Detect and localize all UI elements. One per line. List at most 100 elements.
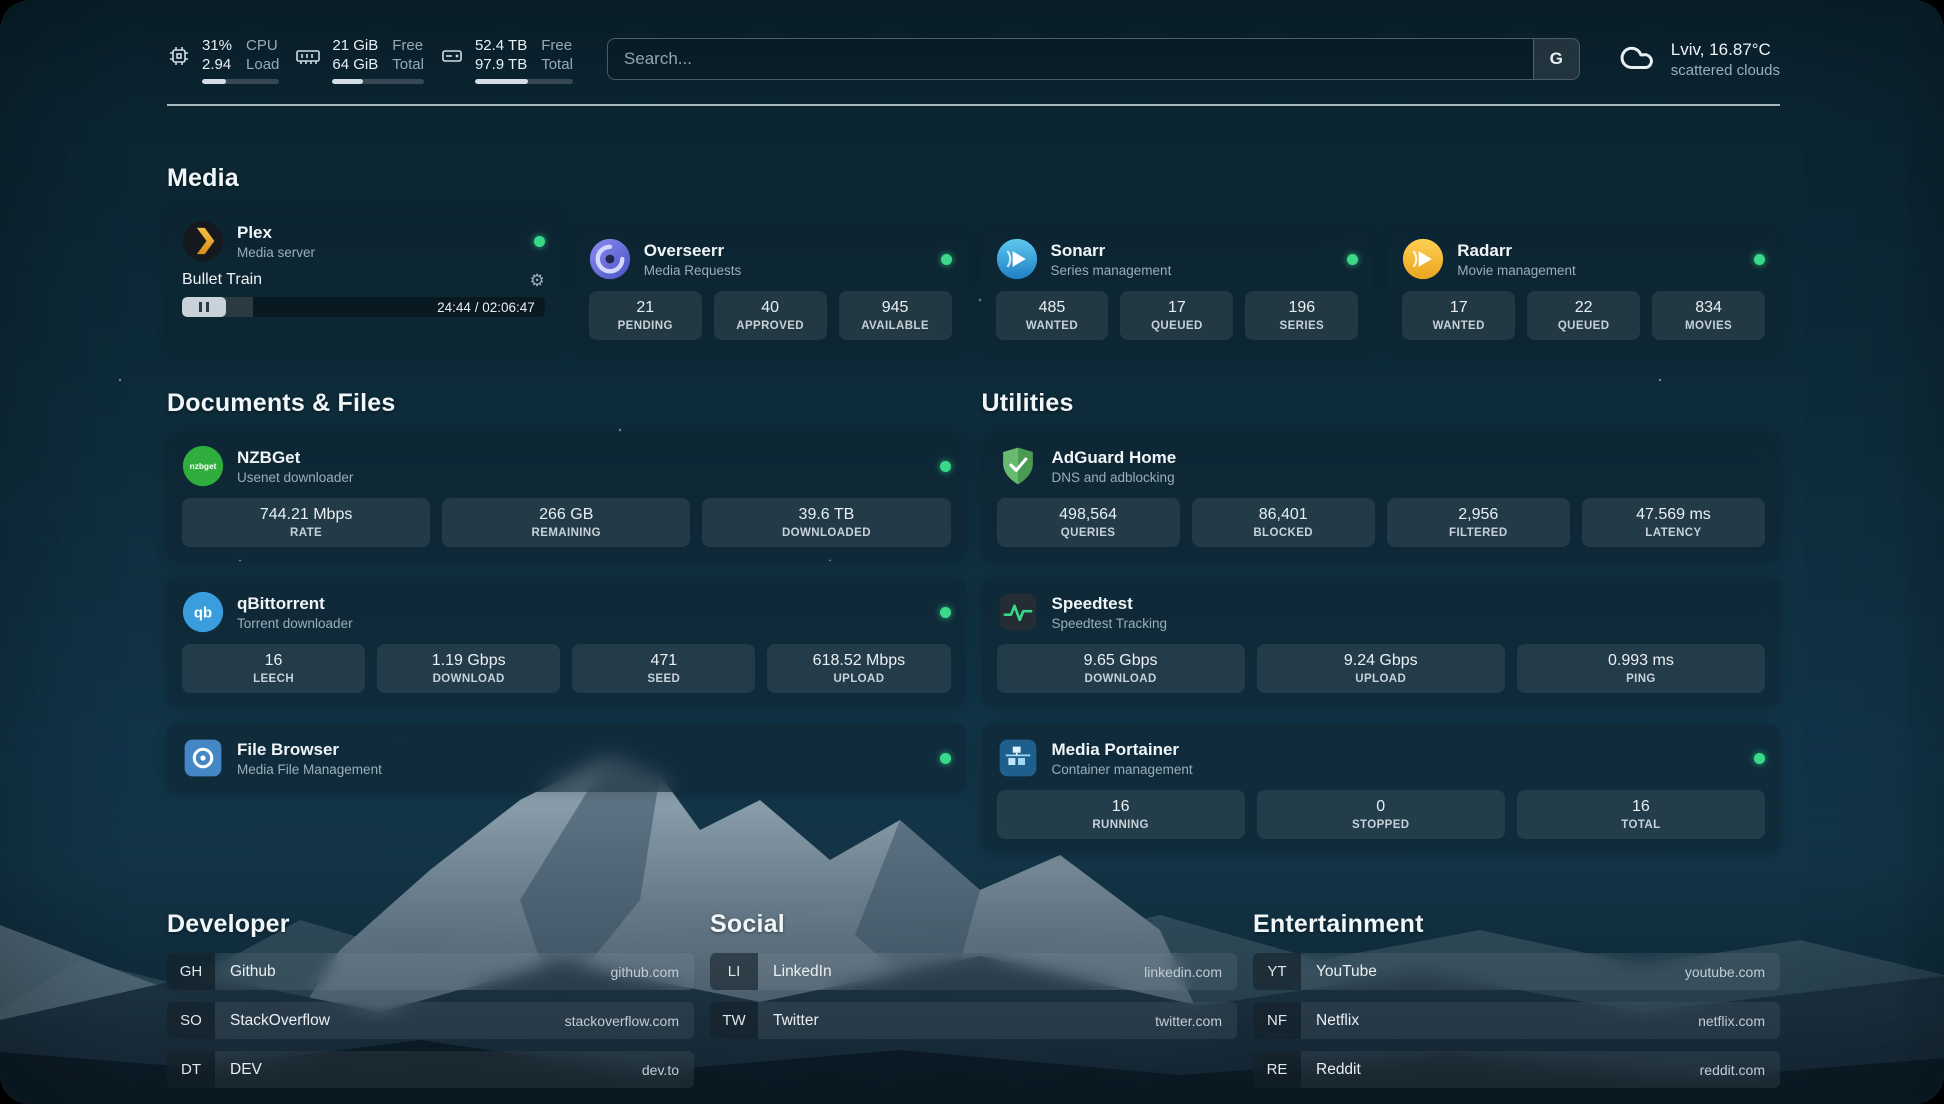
stat-seed: 471 SEED: [572, 644, 755, 693]
service-card-radarr[interactable]: Radarr Movie management 17 WANTED 22 QUE…: [1387, 225, 1780, 353]
settings-gear-icon[interactable]: ⚙: [530, 272, 545, 289]
playback-time: 24:44 / 02:06:47: [437, 300, 545, 315]
bookmark-name: Netflix: [1301, 1002, 1359, 1039]
service-desc: Media File Management: [237, 761, 382, 778]
bookmark-abbr: SO: [167, 1002, 215, 1039]
weather-widget[interactable]: Lviv, 16.87°C scattered clouds: [1616, 39, 1780, 80]
service-card-speedtest[interactable]: Speedtest Speedtest Tracking 9.65 Gbps D…: [982, 578, 1781, 706]
bookmark-url: twitter.com: [1155, 1002, 1237, 1039]
bookmark-name: LinkedIn: [758, 953, 832, 990]
section-developer: Developer GH Github github.com SO StackO…: [167, 910, 694, 1088]
service-card-adguard[interactable]: AdGuard Home DNS and adblocking 498,564 …: [982, 432, 1781, 560]
stat-running: 16 RUNNING: [997, 790, 1245, 839]
stat-approved: 40 APPROVED: [714, 291, 827, 340]
bookmark-abbr: RE: [1253, 1051, 1301, 1088]
stat-download: 9.65 Gbps DOWNLOAD: [997, 644, 1245, 693]
service-desc: Series management: [1051, 262, 1172, 279]
speedtest-icon: [997, 591, 1039, 633]
cpu-usage-value: 31%: [202, 36, 232, 55]
service-card-sonarr[interactable]: Sonarr Series management 485 WANTED 17 Q…: [981, 225, 1374, 353]
stat-series: 196 SERIES: [1245, 291, 1358, 340]
stat-ping: 0.993 ms PING: [1517, 644, 1765, 693]
cpu-load-label: Load: [246, 55, 279, 74]
bookmark-name: StackOverflow: [215, 1002, 330, 1039]
header-divider: [167, 104, 1780, 106]
bookmark-abbr: DT: [167, 1051, 215, 1088]
stat-wanted: 17 WANTED: [1402, 291, 1515, 340]
search-bar: G: [607, 38, 1580, 80]
bookmark-reddit[interactable]: RE Reddit reddit.com: [1253, 1051, 1780, 1088]
ram-total-label: Total: [392, 55, 424, 74]
bookmark-twitter[interactable]: TW Twitter twitter.com: [710, 1002, 1237, 1039]
service-desc: Torrent downloader: [237, 615, 353, 632]
service-card-qbittorrent[interactable]: qb qBittorrent Torrent downloader 16 LEE…: [167, 578, 966, 706]
section-title-developer: Developer: [167, 910, 694, 939]
bookmark-abbr: LI: [710, 953, 758, 990]
bookmark-name: Twitter: [758, 1002, 819, 1039]
stat-stopped: 0 STOPPED: [1257, 790, 1505, 839]
service-card-nzbget[interactable]: nzbget NZBGet Usenet downloader 744.21 M…: [167, 432, 966, 560]
disk-free-value: 52.4 TB: [475, 36, 527, 55]
stat-pending: 21 PENDING: [589, 291, 702, 340]
search-provider-button[interactable]: G: [1533, 39, 1579, 79]
section-media: Media Plex: [167, 164, 1780, 353]
bookmark-name: DEV: [215, 1051, 262, 1088]
bookmark-github[interactable]: GH Github github.com: [167, 953, 694, 990]
stat-remaining: 266 GB REMAINING: [442, 498, 690, 547]
stat-queued: 22 QUEUED: [1527, 291, 1640, 340]
weather-location: Lviv, 16.87°C: [1671, 39, 1780, 61]
overseerr-icon: [589, 238, 631, 280]
service-card-overseerr[interactable]: Overseerr Media Requests 21 PENDING 40 A…: [574, 225, 967, 353]
stat-available: 945 AVAILABLE: [839, 291, 952, 340]
bookmark-linkedin[interactable]: LI LinkedIn linkedin.com: [710, 953, 1237, 990]
weather-condition: scattered clouds: [1671, 61, 1780, 80]
status-dot: [1754, 753, 1765, 764]
service-desc: DNS and adblocking: [1052, 469, 1177, 486]
cpu-load-value: 2.94: [202, 55, 232, 74]
service-desc: Movie management: [1457, 262, 1576, 279]
bookmark-abbr: NF: [1253, 1002, 1301, 1039]
adguard-icon: [997, 445, 1039, 487]
bookmark-url: youtube.com: [1685, 953, 1780, 990]
service-card-portainer[interactable]: Media Portainer Container management 16 …: [982, 724, 1781, 852]
cloud-icon: [1616, 41, 1658, 78]
pause-button[interactable]: [182, 297, 226, 317]
stat-download: 1.19 Gbps DOWNLOAD: [377, 644, 560, 693]
search-input[interactable]: [608, 39, 1533, 79]
service-desc: Speedtest Tracking: [1052, 615, 1168, 632]
service-card-plex[interactable]: Plex Media server Bullet Train ⚙ 24:44 /…: [167, 207, 560, 353]
bookmark-url: dev.to: [642, 1051, 694, 1088]
section-files: Documents & Files nzbget NZBGet Usenet d: [167, 389, 966, 792]
section-title-utilities: Utilities: [982, 389, 1781, 418]
section-utilities: Utilities: [982, 389, 1781, 852]
cpu-metric: 31% CPU 2.94 Load: [167, 34, 279, 84]
bookmark-stackoverflow[interactable]: SO StackOverflow stackoverflow.com: [167, 1002, 694, 1039]
ram-free-label: Free: [392, 36, 424, 55]
bookmark-abbr: GH: [167, 953, 215, 990]
bookmark-youtube[interactable]: YT YouTube youtube.com: [1253, 953, 1780, 990]
status-dot: [534, 236, 545, 247]
service-name: Media Portainer: [1052, 739, 1193, 760]
service-name: Overseerr: [644, 240, 742, 261]
disk-total-label: Total: [541, 55, 573, 74]
bookmark-dev[interactable]: DT DEV dev.to: [167, 1051, 694, 1088]
bookmark-netflix[interactable]: NF Netflix netflix.com: [1253, 1002, 1780, 1039]
service-card-filebrowser[interactable]: File Browser Media File Management: [167, 724, 966, 792]
service-desc: Container management: [1052, 761, 1193, 778]
stat-upload: 618.52 Mbps UPLOAD: [767, 644, 950, 693]
status-dot: [941, 254, 952, 265]
status-dot: [940, 461, 951, 472]
stat-upload: 9.24 Gbps UPLOAD: [1257, 644, 1505, 693]
sonarr-icon: [996, 238, 1038, 280]
stat-wanted: 485 WANTED: [996, 291, 1109, 340]
stat-leech: 16 LEECH: [182, 644, 365, 693]
status-dot: [940, 753, 951, 764]
now-playing-title: Bullet Train: [182, 271, 262, 289]
bookmark-abbr: YT: [1253, 953, 1301, 990]
stat-rate: 744.21 Mbps RATE: [182, 498, 430, 547]
service-name: File Browser: [237, 739, 382, 760]
svg-text:nzbget: nzbget: [190, 461, 217, 471]
bookmark-name: Github: [215, 953, 276, 990]
ram-icon: [295, 44, 321, 73]
playback-progress-bar[interactable]: 24:44 / 02:06:47: [182, 297, 545, 317]
